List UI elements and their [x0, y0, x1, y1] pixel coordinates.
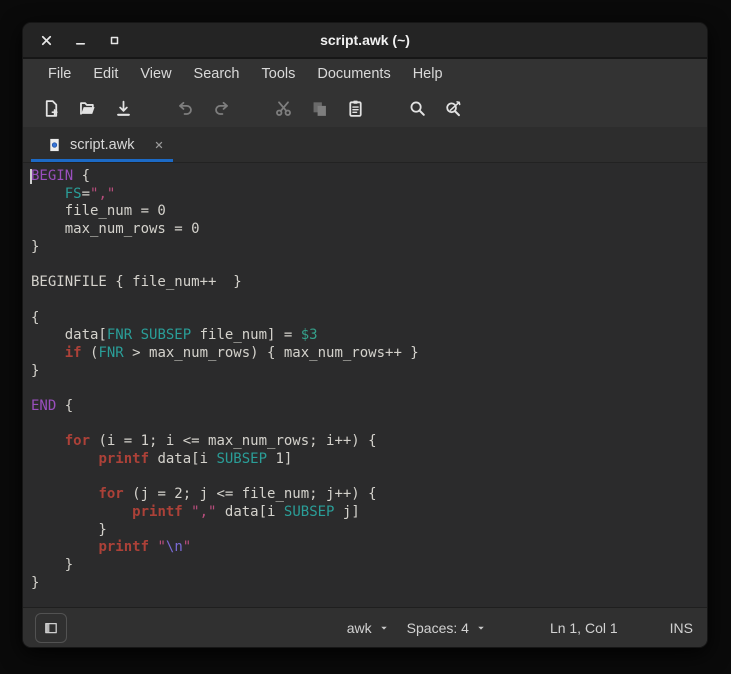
code-line: printf "," data[i SUBSEP j] — [132, 504, 360, 521]
tab-close-icon — [153, 139, 165, 151]
code-line: for (j = 2; j <= file_num; j++) { — [98, 486, 377, 503]
tab-bar: script.awk — [23, 127, 707, 163]
tab-width-label: Spaces: 4 — [406, 619, 469, 636]
document-open-icon — [78, 99, 97, 118]
code-line: BEGINFILE { file_num++ } — [31, 274, 242, 291]
chevron-down-icon — [379, 623, 389, 633]
code-line: data[FNR SUBSEP file_num] = $3 — [31, 327, 318, 344]
code-line: printf "\n" — [98, 539, 192, 556]
tab-script.awk[interactable]: script.awk — [31, 127, 173, 162]
menu-help[interactable]: Help — [402, 62, 454, 86]
copy-pages-icon — [310, 99, 329, 118]
tab-label: script.awk — [70, 136, 135, 153]
code-line: max_num_rows = 0 — [31, 221, 200, 238]
code-line: } — [31, 521, 107, 538]
menu-edit[interactable]: Edit — [82, 62, 129, 86]
code-line: printf data[i SUBSEP 1] — [98, 451, 293, 467]
maximize-icon — [107, 33, 122, 48]
tab-width-dropdown[interactable]: Spaces: 4 — [407, 620, 486, 636]
copy-button[interactable] — [305, 93, 333, 123]
code-line: } — [31, 238, 40, 255]
clipboard-icon — [346, 99, 365, 118]
titlebar[interactable]: script.awk (~) — [23, 23, 707, 59]
cursor-position-label[interactable]: Ln 1, Col 1 — [550, 620, 618, 636]
gedit-window: script.awk (~) File Edit View Search Tools Do… — [22, 22, 708, 648]
minimize-icon — [73, 33, 88, 48]
code-line: } — [31, 557, 74, 574]
statusbar-right-group: awk Spaces: 4 Ln 1, Col 1 INS — [347, 620, 693, 636]
undo-arrow-icon — [176, 99, 195, 118]
side-panel-icon — [43, 620, 59, 636]
find-button[interactable] — [403, 93, 431, 123]
window-title: script.awk (~) — [320, 32, 410, 48]
undo-button[interactable] — [171, 93, 199, 123]
tab-close-button[interactable] — [153, 139, 165, 151]
magnifier-icon — [408, 99, 427, 118]
close-icon — [39, 33, 54, 48]
code-line: FS="," — [64, 185, 116, 202]
code-line: for (i = 1; i <= max_num_rows; i++) { — [64, 433, 377, 450]
chevron-down-icon — [476, 623, 486, 633]
text-editor-area[interactable]: BEGIN { FS="," file_num = 0 max_num_rows… — [23, 163, 707, 607]
language-dropdown[interactable]: awk — [347, 620, 389, 636]
find-replace-button[interactable] — [439, 93, 467, 123]
code-line: file_num = 0 — [31, 203, 166, 220]
redo-button[interactable] — [207, 93, 235, 123]
document-save-icon — [114, 99, 133, 118]
toolbar — [23, 89, 707, 127]
code-line: if (FNR > max_num_rows) { max_num_rows++… — [64, 344, 419, 361]
code-line: { — [31, 309, 40, 326]
new-document-button[interactable] — [37, 93, 65, 123]
menu-documents[interactable]: Documents — [306, 62, 401, 86]
code-line: } — [31, 574, 40, 591]
open-document-button[interactable] — [73, 93, 101, 123]
paste-button[interactable] — [341, 93, 369, 123]
menu-tools[interactable]: Tools — [251, 62, 307, 86]
code-content: BEGIN { FS="," file_num = 0 max_num_rows… — [31, 168, 707, 593]
text-cursor — [30, 169, 32, 184]
menu-file[interactable]: File — [37, 62, 82, 86]
side-panel-toggle-button[interactable] — [35, 612, 67, 643]
text-document-icon — [47, 137, 62, 153]
maximize-button[interactable] — [103, 29, 125, 51]
cut-button[interactable] — [269, 93, 297, 123]
desktop-background: script.awk (~) File Edit View Search Tools Do… — [0, 0, 731, 674]
close-button[interactable] — [35, 29, 57, 51]
code-line: } — [31, 362, 40, 379]
scissors-icon — [274, 99, 293, 118]
code-line: END { — [31, 397, 74, 414]
save-document-button[interactable] — [109, 93, 137, 123]
menu-search[interactable]: Search — [183, 62, 251, 86]
insert-mode-indicator[interactable]: INS — [670, 620, 693, 636]
redo-arrow-icon — [212, 99, 231, 118]
magnifier-replace-icon — [444, 99, 463, 118]
menu-view[interactable]: View — [129, 62, 182, 86]
minimize-button[interactable] — [69, 29, 91, 51]
window-controls — [23, 29, 125, 51]
language-label: awk — [346, 619, 372, 636]
document-new-icon — [42, 99, 61, 118]
menubar: File Edit View Search Tools Documents Help — [23, 59, 707, 89]
code-line: BEGIN { — [31, 168, 91, 184]
status-bar: awk Spaces: 4 Ln 1, Col 1 INS — [23, 607, 707, 647]
